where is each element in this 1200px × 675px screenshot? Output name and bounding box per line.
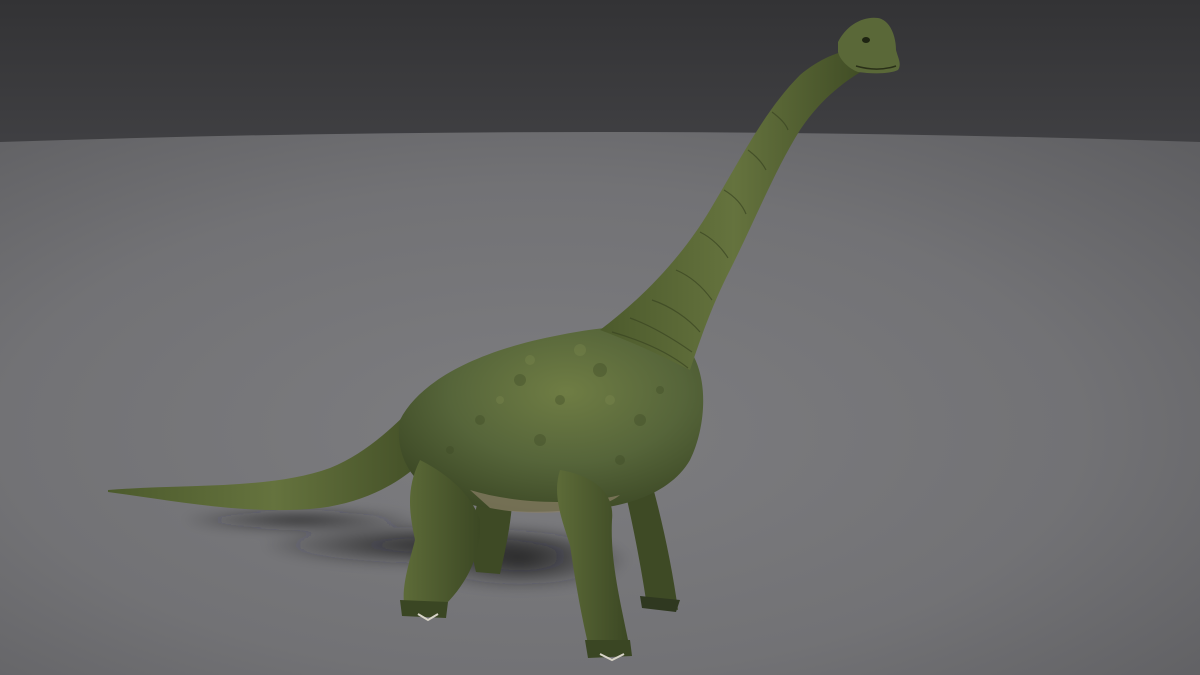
- scene-canvas: [0, 0, 1200, 675]
- hind-foot-near: [400, 600, 448, 618]
- backdrop: [0, 0, 1200, 150]
- render-viewport: [0, 0, 1200, 675]
- eye: [862, 37, 870, 43]
- fore-foot-near: [585, 640, 632, 658]
